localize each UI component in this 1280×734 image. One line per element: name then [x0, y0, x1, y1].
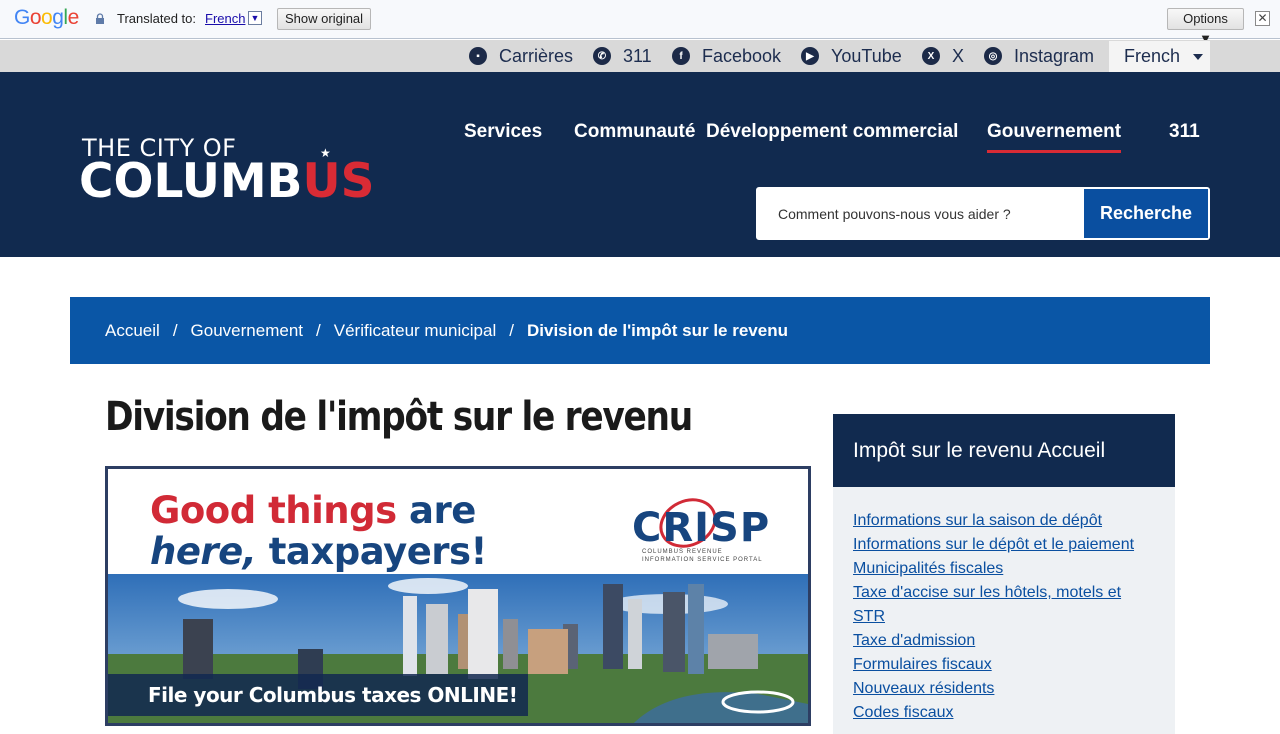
translated-to-label: Translated to: [117, 11, 197, 26]
site-header: THE CITY OF COLUMBUS ★ Services Communau… [0, 72, 1280, 257]
search-button[interactable]: Recherche [1084, 189, 1208, 238]
banner-headline-italic: here, [150, 530, 257, 573]
sidebar-nav: Impôt sur le revenu Accueil Informations… [833, 414, 1175, 734]
nav-communaute[interactable]: Communauté [574, 121, 695, 143]
crisp-logo: CRISP COLUMBUS REVENUE INFORMATION SERVI… [628, 491, 771, 571]
facebook-icon: f [672, 47, 690, 65]
youtube-icon: ▶ [801, 47, 819, 65]
banner-headline-line2: here, taxpayers! [150, 530, 487, 573]
util-link-youtube[interactable]: ▶ YouTube [801, 40, 902, 72]
nav-developpement-commercial[interactable]: Développement commercial [706, 121, 958, 143]
logo-bottom-text[interactable]: COLUMBUS [79, 154, 375, 209]
util-link-label: X [952, 45, 965, 66]
language-select-label: French [1124, 46, 1181, 66]
sidebar-links: Informations sur la saison de dépôt Info… [833, 487, 1175, 725]
nav-311[interactable]: 311 [1169, 121, 1200, 143]
util-link-x[interactable]: X X [922, 40, 964, 72]
banner-headline-rest: taxpayers! [268, 530, 488, 573]
lock-icon [96, 13, 104, 24]
sidebar-link-formulaires[interactable]: Formulaires fiscaux [853, 653, 1153, 677]
star-icon: ★ [320, 146, 331, 160]
util-link-label: YouTube [831, 45, 902, 66]
banner-headline-blue: are [409, 489, 476, 532]
breadcrumb-verificateur[interactable]: Vérificateur municipal [334, 321, 497, 341]
util-link-careers[interactable]: ▪ Carrières [469, 40, 573, 72]
breadcrumb-current: Division de l'impôt sur le revenu [526, 320, 788, 340]
language-select[interactable]: French [1109, 41, 1210, 72]
util-link-instagram[interactable]: ◎ Instagram [984, 40, 1094, 72]
breadcrumb-separator: / [172, 320, 178, 340]
sidebar-link-municipalites[interactable]: Municipalités fiscales [853, 557, 1153, 581]
banner-headline-line1: Good things are [150, 489, 476, 532]
breadcrumb-separator: / [509, 320, 514, 340]
sidebar-link-taxe-accise[interactable]: Taxe d'accise sur les hôtels, motels et … [853, 581, 1153, 629]
sidebar-link-nouveaux-residents[interactable]: Nouveaux résidents [853, 677, 1153, 701]
crisp-wordmark: CRISP [632, 505, 771, 551]
sidebar-link-codes-fiscaux[interactable]: Codes fiscaux [853, 701, 1153, 725]
briefcase-icon: ▪ [469, 47, 487, 65]
util-link-facebook[interactable]: f Facebook [672, 40, 781, 72]
search-input[interactable] [758, 189, 1084, 238]
crisp-banner[interactable]: Good things are here, taxpayers! CRISP C… [105, 466, 811, 726]
util-link-label: Instagram [1014, 45, 1095, 66]
logo-bottom-red: US [302, 154, 375, 209]
breadcrumb-gouvernement[interactable]: Gouvernement [191, 321, 303, 341]
google-logo: Google [14, 6, 79, 29]
show-original-button[interactable]: Show original [277, 8, 372, 30]
banner-headline-red: Good things [150, 489, 397, 532]
instagram-icon: ◎ [984, 47, 1002, 65]
logo-bottom-white: COLUMB [79, 154, 303, 209]
util-link-label: Facebook [702, 45, 782, 66]
caret-down-icon [1193, 53, 1204, 60]
sidebar-heading[interactable]: Impôt sur le revenu Accueil [833, 414, 1175, 487]
breadcrumb-home[interactable]: Accueil [105, 321, 160, 341]
sidebar-link-depot-paiement[interactable]: Informations sur le dépôt et le paiement [853, 533, 1153, 557]
language-dropdown-icon[interactable]: ▼ [248, 11, 262, 25]
crisp-subtitle-2: INFORMATION SERVICE PORTAL [642, 557, 763, 563]
phone-icon: ✆ [593, 47, 611, 65]
sidebar-link-taxe-admission[interactable]: Taxe d'admission [853, 629, 1153, 653]
breadcrumb-separator: / [316, 320, 321, 340]
util-link-label: 311 [623, 45, 652, 66]
close-icon[interactable]: ✕ [1255, 11, 1270, 26]
nav-gouvernement[interactable]: Gouvernement [987, 121, 1122, 153]
banner-cta: File your Columbus taxes ONLINE! [108, 674, 528, 716]
nav-services[interactable]: Services [464, 121, 542, 143]
util-link-label: Carrières [499, 45, 574, 66]
breadcrumb: Accueil / Gouvernement / Vérificateur mu… [70, 297, 1210, 364]
options-button[interactable]: Options ▼ [1167, 8, 1244, 46]
translate-language-link[interactable]: French [205, 11, 245, 26]
page-title: Division de l'impôt sur le revenu [105, 394, 693, 440]
translate-bar: Google Translated to: French ▼ Show orig… [0, 0, 1280, 46]
util-link-311[interactable]: ✆ 311 [593, 40, 652, 72]
sidebar-link-saison-depot[interactable]: Informations sur la saison de dépôt [853, 509, 1153, 533]
search-box: Recherche [756, 187, 1210, 240]
crisp-subtitle-1: COLUMBUS REVENUE [642, 549, 723, 555]
x-icon: X [922, 47, 940, 65]
